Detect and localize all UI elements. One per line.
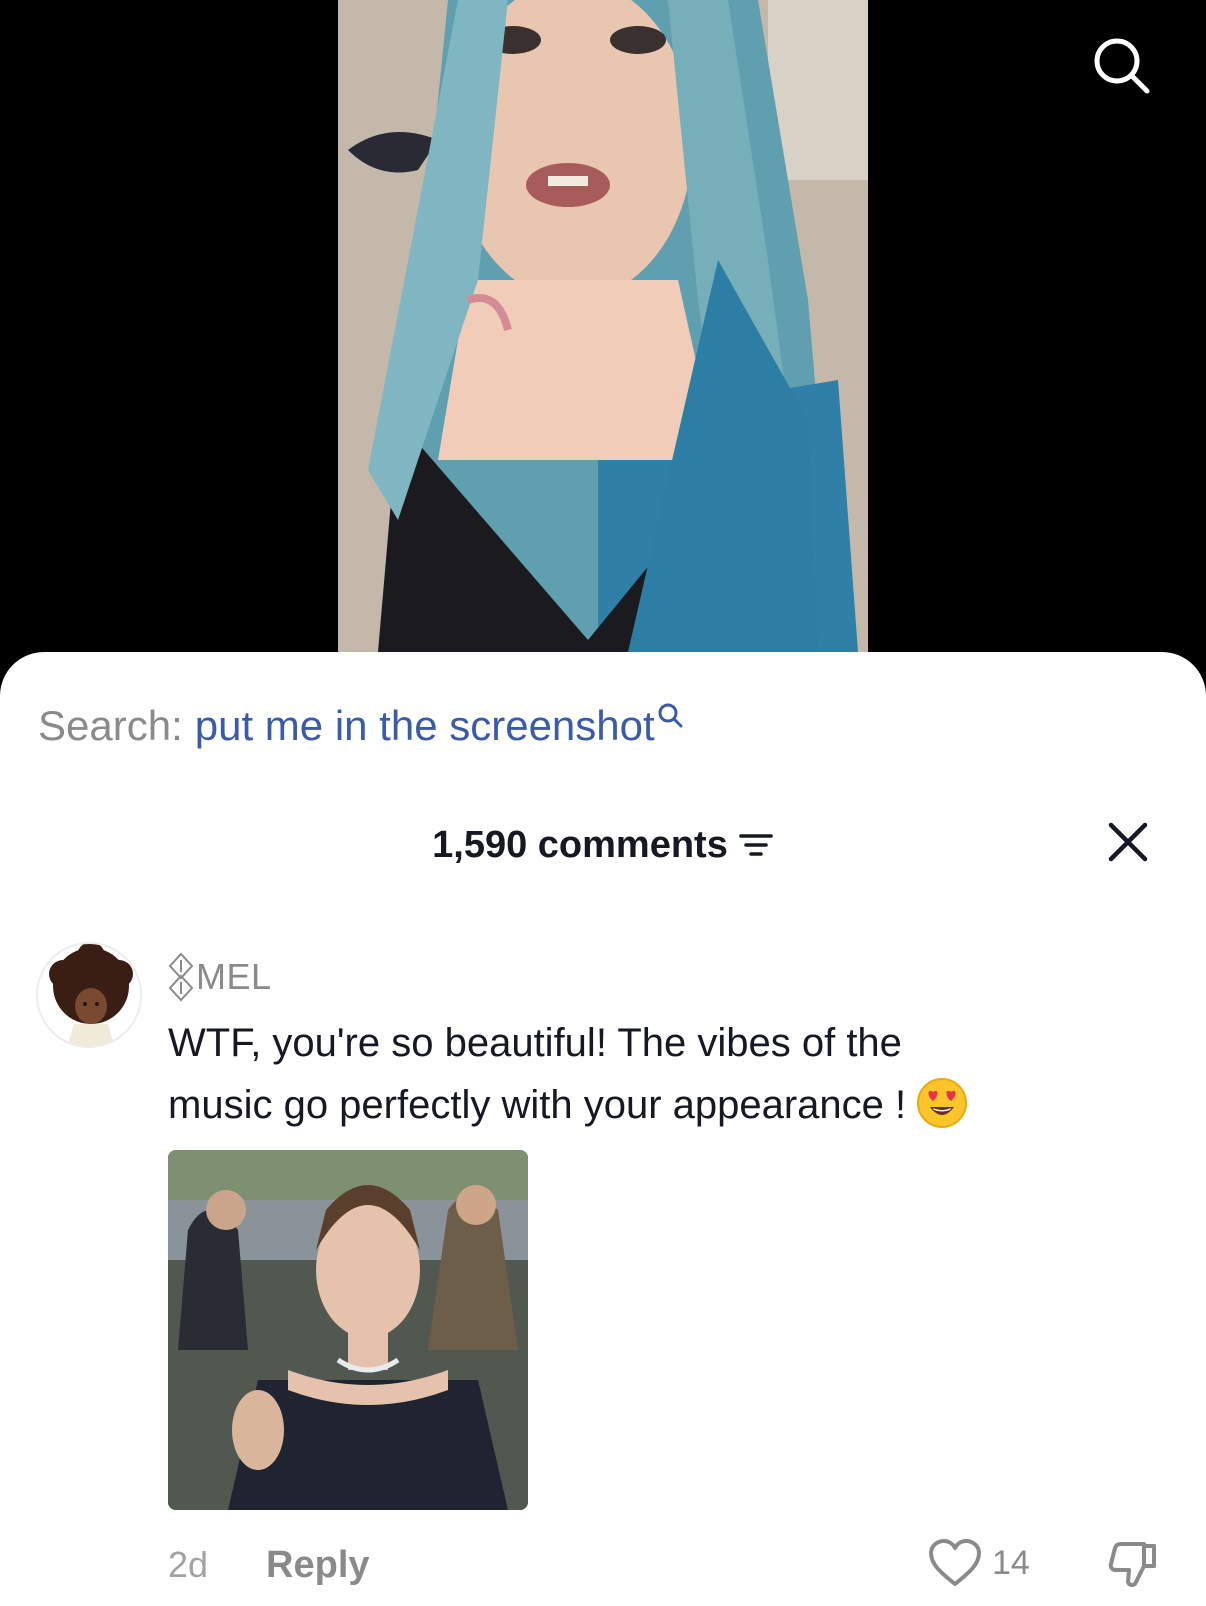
comment-attached-image[interactable] bbox=[168, 1150, 528, 1510]
video-frame[interactable] bbox=[338, 0, 868, 652]
search-prefix-label: Search: bbox=[38, 702, 183, 749]
comments-header: 1,590 comments bbox=[0, 820, 1206, 870]
comment-username[interactable]: MEL bbox=[168, 952, 272, 1002]
comments-sheet: Search: put me in the screenshot 1,590 c… bbox=[0, 652, 1206, 1606]
comment-text-line-1: WTF, you're so beautiful! The vibes of t… bbox=[168, 1021, 902, 1065]
video-thumbnail-image bbox=[338, 0, 868, 652]
close-icon bbox=[1108, 822, 1148, 862]
comment-photo bbox=[168, 1150, 528, 1510]
like-count: 14 bbox=[992, 1543, 1030, 1582]
comment-meta: 2d Reply bbox=[168, 1540, 370, 1590]
username-badge-icon bbox=[168, 952, 194, 1002]
comment-text-line-2: music go perfectly with your appearance … bbox=[168, 1083, 907, 1127]
search-query-icon bbox=[658, 703, 683, 728]
avatar[interactable] bbox=[36, 942, 142, 1048]
username-label: MEL bbox=[196, 956, 272, 997]
search-button[interactable] bbox=[1086, 30, 1156, 100]
comment-body: WTF, you're so beautiful! The vibes of t… bbox=[168, 1012, 1138, 1136]
search-icon bbox=[1094, 38, 1150, 94]
comment-text-line-2-wrap: music go perfectly with your appearance … bbox=[168, 1074, 1138, 1136]
video-player[interactable] bbox=[0, 0, 1206, 700]
dislike-icon bbox=[1108, 1542, 1156, 1587]
filter-button[interactable] bbox=[738, 830, 774, 860]
heart-eyes-emoji-icon bbox=[917, 1078, 968, 1129]
search-suggestion[interactable]: Search: put me in the screenshot bbox=[38, 702, 683, 750]
search-query-link[interactable]: put me in the screenshot bbox=[195, 702, 655, 750]
close-button[interactable] bbox=[1100, 814, 1156, 870]
heart-icon bbox=[929, 1539, 981, 1586]
filter-icon bbox=[739, 834, 773, 856]
comments-count: 1,590 comments bbox=[432, 823, 728, 866]
avatar-image bbox=[38, 944, 140, 1046]
reply-button[interactable]: Reply bbox=[266, 1544, 369, 1587]
dislike-button[interactable] bbox=[1108, 1538, 1158, 1597]
comment-timestamp: 2d bbox=[168, 1544, 209, 1585]
like-button[interactable]: 14 bbox=[928, 1538, 1030, 1588]
